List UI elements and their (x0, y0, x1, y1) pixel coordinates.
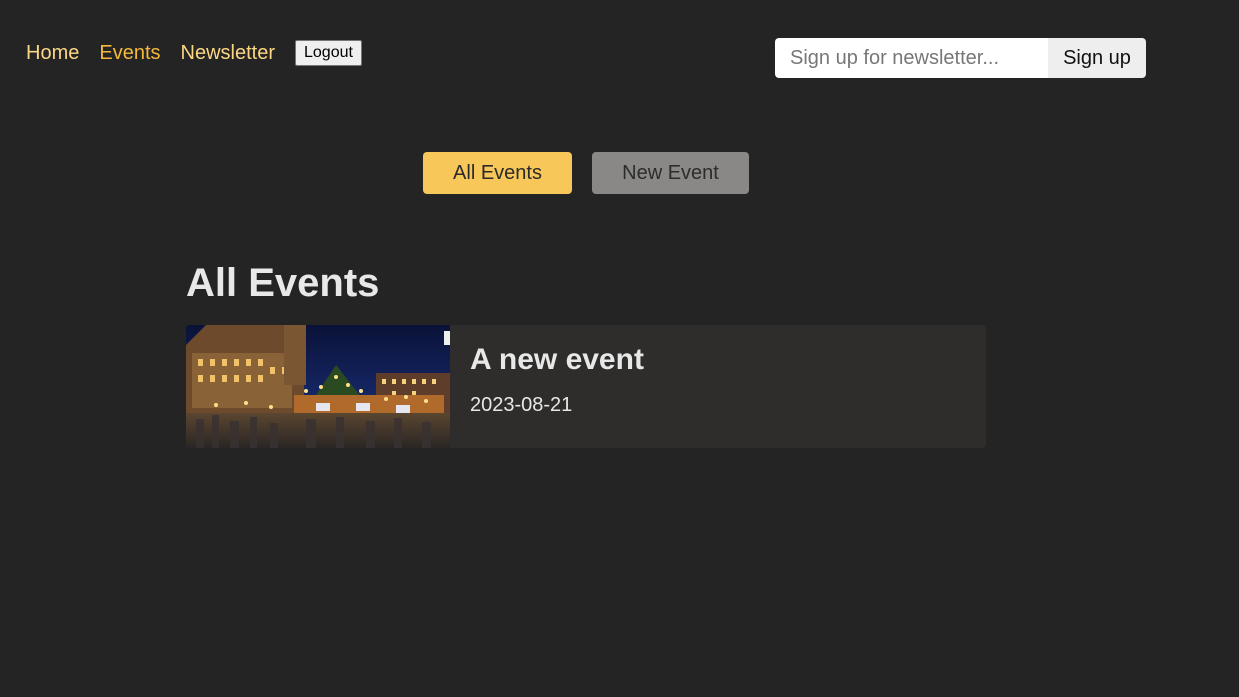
event-info: A new event 2023-08-21 (450, 325, 664, 448)
nav-link-events[interactable]: Events (99, 40, 160, 66)
events-subnav: All Events New Event (423, 152, 749, 194)
newsletter-signup-form: Sign up (775, 38, 1146, 78)
main-nav: Home Events Newsletter Logout (26, 40, 362, 66)
all-events-button[interactable]: All Events (423, 152, 572, 194)
event-date: 2023-08-21 (470, 394, 573, 416)
page-title: All Events (186, 261, 380, 305)
new-event-button[interactable]: New Event (592, 152, 749, 194)
newsletter-signup-button[interactable]: Sign up (1048, 38, 1146, 78)
nav-link-newsletter[interactable]: Newsletter (181, 40, 275, 66)
page: Home Events Newsletter Logout Sign up Al… (0, 0, 1239, 697)
logout-button[interactable]: Logout (295, 40, 362, 66)
event-title: A new event (470, 343, 644, 376)
newsletter-email-input[interactable] (775, 38, 1048, 78)
christmas-market-photo (186, 325, 450, 448)
nav-link-home[interactable]: Home (26, 40, 79, 66)
event-image (186, 325, 450, 448)
event-card[interactable]: A new event 2023-08-21 (186, 325, 986, 448)
